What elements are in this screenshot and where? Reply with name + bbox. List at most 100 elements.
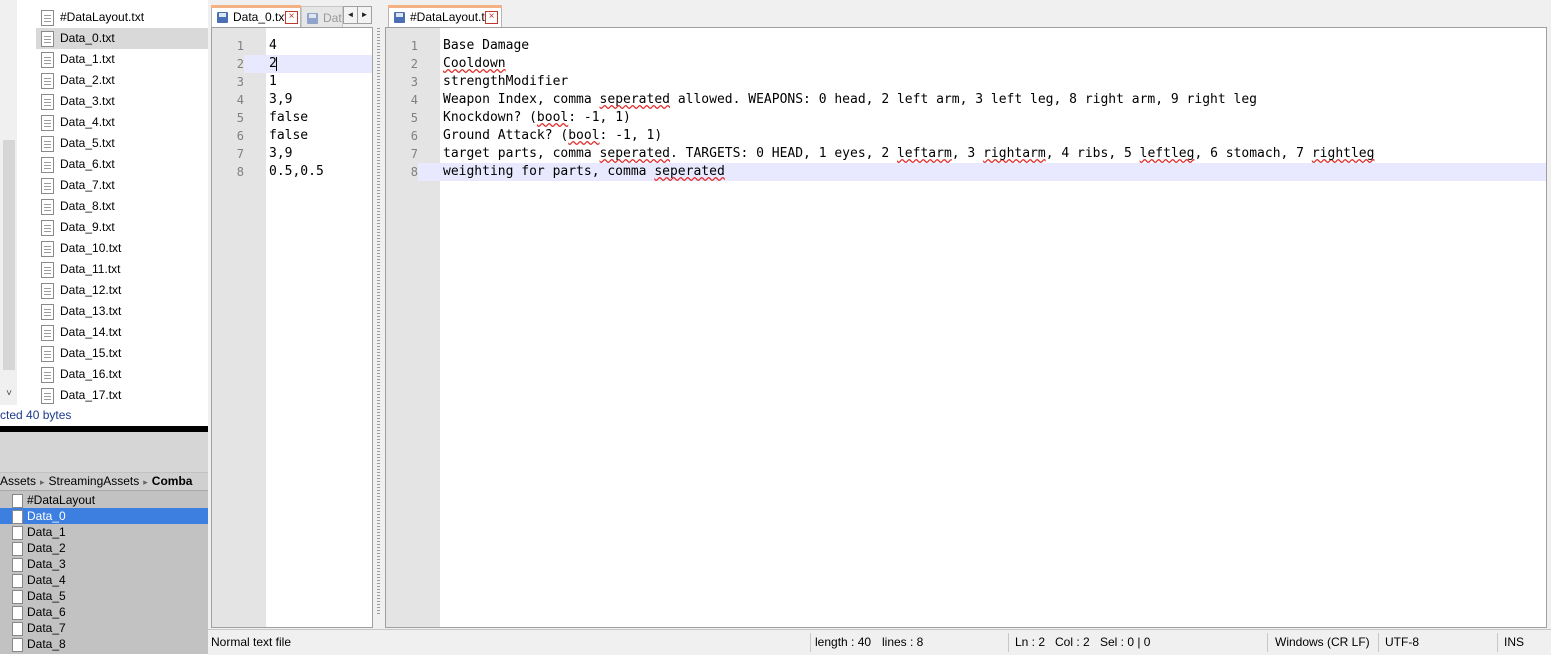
file-list-item[interactable]: Data_6.txt: [36, 154, 208, 175]
editor-line[interactable]: 4 Weapon Index, comma seperated allowed. …: [386, 91, 1546, 109]
text-file-icon: [41, 367, 54, 383]
text-asset-icon: [12, 494, 23, 508]
line-number: 8: [386, 163, 418, 181]
text-file-icon: [41, 262, 54, 278]
asset-name: Data_8: [27, 637, 66, 651]
file-list-item[interactable]: Data_10.txt: [36, 238, 208, 259]
scrollbar-thumb[interactable]: [3, 140, 15, 370]
editor-line[interactable]: 1 Base Damage: [386, 37, 1546, 55]
tab-data-0[interactable]: Data_0.txt ×: [211, 5, 301, 28]
editor-line[interactable]: 5 false: [212, 109, 372, 127]
file-list-item[interactable]: Data_17.txt: [36, 385, 208, 406]
file-name: Data_15.txt: [60, 346, 122, 360]
asset-list-item[interactable]: Data_2: [0, 540, 208, 556]
editor-left[interactable]: 1 4 2 2 3 1 4 3,9 5 false 6 false 7 3,9 8 0.5,0.5: [211, 27, 373, 628]
text-file-icon: [41, 220, 54, 236]
asset-list-item[interactable]: Data_4: [0, 572, 208, 588]
insert-mode[interactable]: INS: [1504, 630, 1524, 654]
view-splitter[interactable]: [374, 6, 383, 628]
tab-data-partial[interactable]: Data: [301, 6, 343, 29]
text-file-icon: [41, 115, 54, 131]
text-file-icon: [41, 178, 54, 194]
line-text: Weapon Index, comma seperated allowed. W…: [440, 91, 1257, 109]
text-file-icon: [41, 31, 54, 47]
file-name: Data_4.txt: [60, 115, 115, 129]
editor-line[interactable]: 2 Cooldown: [386, 55, 1546, 73]
status-divider: [1497, 633, 1498, 652]
asset-list-item[interactable]: Data_5: [0, 588, 208, 604]
encoding[interactable]: UTF-8: [1385, 630, 1419, 654]
line-text: strengthModifier: [440, 73, 568, 91]
editor-line[interactable]: 22: [212, 55, 372, 73]
file-list-item[interactable]: Data_2.txt: [36, 70, 208, 91]
eol-format[interactable]: Windows (CR LF): [1275, 630, 1370, 654]
file-list-item[interactable]: #DataLayout.txt: [36, 7, 208, 28]
file-list-item[interactable]: Data_13.txt: [36, 301, 208, 322]
editor-line[interactable]: 8 weighting for parts, comma seperated: [386, 163, 1546, 181]
unity-toolbar: [0, 432, 208, 472]
selection-info: Sel : 0 | 0: [1100, 635, 1151, 649]
tab-datalayout[interactable]: #DataLayout.txt ×: [388, 5, 502, 28]
line-text: weighting for parts, comma seperated: [440, 163, 725, 181]
text-file-icon: [41, 10, 54, 26]
asset-name: Data_7: [27, 621, 66, 635]
file-list-item[interactable]: Data_12.txt: [36, 280, 208, 301]
file-list-item[interactable]: Data_3.txt: [36, 91, 208, 112]
editor-line[interactable]: 7 3,9: [212, 145, 372, 163]
editor-right[interactable]: 1 Base Damage 2 Cooldown 3 strengthModifier 4 W…: [385, 27, 1547, 628]
editor-line[interactable]: 14: [212, 37, 372, 55]
misspelled-word: bool: [536, 110, 569, 125]
breadcrumb-item[interactable]: StreamingAssets: [49, 474, 140, 488]
cursor-line: Ln : 2: [1015, 635, 1046, 649]
explorer-scrollbar[interactable]: ˅: [0, 0, 17, 405]
editor-line[interactable]: 6 false: [212, 127, 372, 145]
editor-line[interactable]: 8 0.5,0.5: [212, 163, 372, 181]
file-list-item[interactable]: Data_9.txt: [36, 217, 208, 238]
text-asset-icon: [12, 606, 23, 620]
tab-scroll-right-icon[interactable]: ►: [357, 6, 372, 24]
editor-line[interactable]: 4 3,9: [212, 91, 372, 109]
editor-line[interactable]: 6 Ground Attack? (bool: -1, 1): [386, 127, 1546, 145]
text-segment: , 6 stomach, 7: [1194, 146, 1312, 161]
save-disk-icon: [394, 12, 405, 23]
file-list-item[interactable]: Data_8.txt: [36, 196, 208, 217]
asset-list-item[interactable]: Data_8: [0, 636, 208, 652]
asset-list-item[interactable]: #DataLayout: [0, 492, 208, 508]
file-list-item[interactable]: Data_4.txt: [36, 112, 208, 133]
file-list-item[interactable]: Data_14.txt: [36, 322, 208, 343]
line-number: 6: [410, 129, 418, 143]
text-asset-icon: [12, 574, 23, 588]
line-number: 1: [236, 39, 244, 53]
asset-list-item[interactable]: Data_7: [0, 620, 208, 636]
file-list-item[interactable]: Data_16.txt: [36, 364, 208, 385]
breadcrumb-item[interactable]: Comba: [152, 474, 193, 488]
file-list-item[interactable]: Data_11.txt: [36, 259, 208, 280]
save-disk-icon: [217, 12, 228, 23]
asset-list-item[interactable]: Data_1: [0, 524, 208, 540]
scroll-down-icon[interactable]: ˅: [3, 388, 15, 402]
breadcrumb-item[interactable]: Assets: [0, 474, 36, 488]
editor-line[interactable]: 5 Knockdown? (bool: -1, 1): [386, 109, 1546, 127]
close-tab-icon[interactable]: ×: [285, 11, 298, 24]
text-asset-icon: [12, 510, 23, 524]
tab-scroll-left-icon[interactable]: ◄: [343, 6, 358, 24]
text-file-icon: [41, 304, 54, 320]
asset-list-item[interactable]: Data_0: [0, 508, 208, 524]
editor-line[interactable]: 3 strengthModifier: [386, 73, 1546, 91]
text-file-icon: [41, 325, 54, 341]
text-asset-icon: [12, 638, 23, 652]
status-divider: [810, 633, 811, 652]
editor-line[interactable]: 7 target parts, comma seperated. TARGETS:…: [386, 145, 1546, 163]
line-number: 3: [236, 75, 244, 89]
file-list-item[interactable]: Data_5.txt: [36, 133, 208, 154]
editor-line[interactable]: 31: [212, 73, 372, 91]
close-tab-icon[interactable]: ×: [485, 11, 498, 24]
doc-length: length : 40: [815, 635, 872, 649]
file-list-item[interactable]: Data_0.txt: [36, 28, 208, 49]
asset-list-item[interactable]: Data_3: [0, 556, 208, 572]
file-list-item[interactable]: Data_7.txt: [36, 175, 208, 196]
text-segment: target parts, comma: [443, 146, 600, 161]
asset-list-item[interactable]: Data_6: [0, 604, 208, 620]
file-list-item[interactable]: Data_1.txt: [36, 49, 208, 70]
file-list-item[interactable]: Data_15.txt: [36, 343, 208, 364]
